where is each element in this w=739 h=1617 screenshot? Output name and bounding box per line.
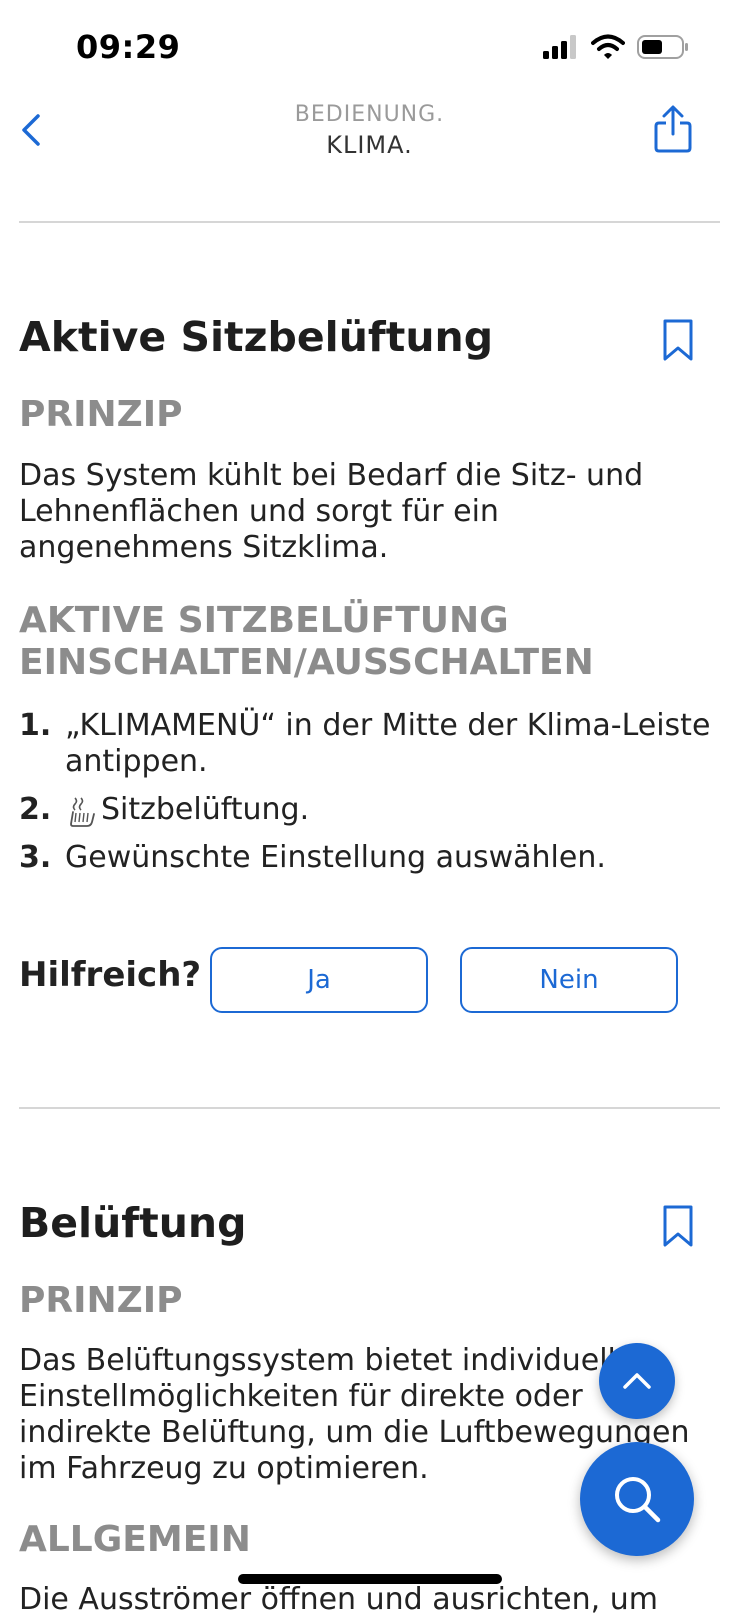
bookmark-button[interactable]: [661, 1204, 695, 1248]
allgemein-heading: ALLGEMEIN: [19, 1519, 251, 1560]
helpful-no-button[interactable]: Nein: [460, 947, 678, 1013]
header-divider: [19, 221, 720, 223]
steps-list: 1. „KLIMAMENÜ“ in der Mitte der Klima-Le…: [19, 708, 719, 888]
breadcrumb: BEDIENUNG.: [294, 102, 445, 127]
helpful-yes-button[interactable]: Ja: [210, 947, 428, 1013]
step-number: 2.: [19, 792, 52, 827]
home-indicator: [238, 1574, 502, 1584]
list-item: 1. „KLIMAMENÜ“ in der Mitte der Klima-Le…: [19, 708, 719, 780]
status-time: 09:29: [76, 28, 181, 66]
signal-icon: [543, 35, 576, 59]
step-number: 1.: [19, 708, 52, 743]
search-button[interactable]: [580, 1442, 694, 1556]
step-text: Sitzbelüftung.: [101, 792, 310, 827]
list-item: 2. Sitzbelüftung.: [19, 792, 719, 828]
toggle-heading: AKTIVE SITZBELÜFTUNG EINSCHALTEN/AUSSCHA…: [19, 600, 594, 683]
nav-header: BEDIENUNG. KLIMA.: [0, 96, 739, 186]
share-icon: [654, 105, 692, 153]
step-text: Gewünschte Einstellung auswählen.: [65, 840, 606, 875]
battery-icon: [637, 35, 688, 59]
search-icon: [615, 1477, 661, 1523]
scroll-to-top-button[interactable]: [599, 1343, 675, 1419]
step-number: 3.: [19, 840, 52, 875]
section-divider: [19, 1107, 720, 1109]
bookmark-button[interactable]: [661, 318, 695, 362]
prinzip-heading: PRINZIP: [19, 394, 183, 435]
page-title: KLIMA.: [326, 131, 413, 159]
list-item: 3. Gewünschte Einstellung auswählen.: [19, 840, 719, 876]
section-title-aktive-sitzbelueftung: Aktive Sitzbelüftung: [19, 313, 494, 361]
status-bar: 09:29: [0, 0, 739, 100]
wifi-icon: [591, 34, 625, 59]
step-text-with-icon: Sitzbelüftung.: [65, 792, 719, 828]
bookmark-icon: [663, 319, 693, 361]
prinzip-heading: PRINZIP: [19, 1280, 183, 1321]
section-title-belueftung: Belüftung: [19, 1199, 247, 1247]
share-button[interactable]: [653, 104, 693, 154]
bookmark-icon: [663, 1205, 693, 1247]
nav-titles: BEDIENUNG. KLIMA.: [0, 102, 739, 159]
helpful-label: Hilfreich?: [19, 955, 202, 995]
chevron-up-icon: [623, 1373, 651, 1389]
seat-ventilation-icon: [70, 796, 95, 827]
step-text: „KLIMAMENÜ“ in der Mitte der Klima-Leist…: [65, 708, 711, 779]
status-icons: [543, 34, 689, 60]
prinzip-text: Das System kühlt bei Bedarf die Sitz- un…: [19, 458, 644, 565]
